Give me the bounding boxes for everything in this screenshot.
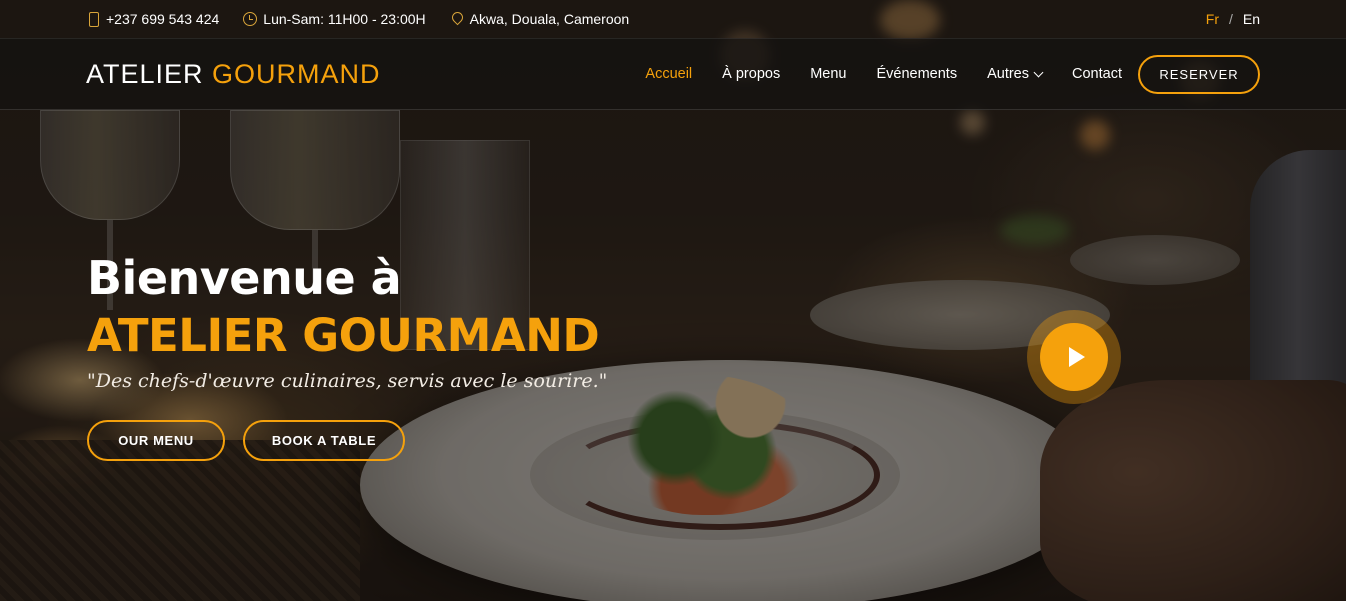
nav-link-contact[interactable]: Contact: [1072, 66, 1122, 82]
lang-en-link[interactable]: En: [1243, 11, 1260, 27]
play-icon: [1068, 347, 1085, 367]
main-nav: Accueil À propos Menu Événements Autres …: [645, 66, 1122, 82]
nav-dropdown-more-label: Autres: [987, 66, 1030, 82]
map-pin-icon: [450, 12, 464, 26]
play-video-button[interactable]: [1027, 310, 1121, 404]
logo-text-accent: GOURMAND: [212, 58, 381, 89]
nav-link-home[interactable]: Accueil: [645, 66, 692, 82]
clock-icon: [243, 12, 258, 26]
chevron-down-icon: [1033, 67, 1044, 77]
nav-dropdown-more[interactable]: Autres: [987, 66, 1044, 82]
lang-fr-link[interactable]: Fr: [1206, 11, 1219, 27]
reserve-button[interactable]: RESERVER: [1138, 55, 1260, 94]
main-header: ATELIER GOURMAND Accueil À propos Menu É…: [0, 38, 1346, 110]
address-info: Akwa, Douala, Cameroon: [450, 11, 630, 27]
site-logo[interactable]: ATELIER GOURMAND: [86, 59, 381, 90]
lang-separator: /: [1228, 11, 1233, 27]
hero-title-welcome: Bienvenue à: [87, 251, 402, 305]
nav-link-menu[interactable]: Menu: [810, 66, 846, 82]
our-menu-button[interactable]: OUR MENU: [87, 420, 225, 461]
book-table-button[interactable]: BOOK A TABLE: [243, 420, 405, 461]
address-text: Akwa, Douala, Cameroon: [469, 11, 630, 27]
hero-title-brand: ATELIER GOURMAND: [87, 309, 600, 362]
hero-actions: OUR MENU BOOK A TABLE: [87, 420, 405, 461]
nav-link-about[interactable]: À propos: [722, 66, 780, 82]
nav-link-events[interactable]: Événements: [876, 66, 957, 82]
top-info-bar: +237 699 543 424 Lun-Sam: 11H00 - 23:00H…: [0, 0, 1346, 38]
phone-info[interactable]: +237 699 543 424: [86, 11, 219, 27]
phone-icon: [86, 12, 100, 27]
opening-hours: Lun-Sam: 11H00 - 23:00H: [243, 11, 426, 27]
play-button-core: [1040, 323, 1108, 391]
phone-number[interactable]: +237 699 543 424: [106, 11, 219, 27]
hero-tagline: "Des chefs-d'œuvre culinaires, servis av…: [87, 370, 608, 392]
hero-content: Bienvenue à ATELIER GOURMAND "Des chefs-…: [87, 248, 607, 392]
language-switcher: Fr / En: [1206, 11, 1260, 27]
contact-info: +237 699 543 424 Lun-Sam: 11H00 - 23:00H…: [86, 11, 629, 27]
opening-hours-text: Lun-Sam: 11H00 - 23:00H: [263, 11, 426, 27]
logo-text-main: ATELIER: [86, 58, 204, 89]
